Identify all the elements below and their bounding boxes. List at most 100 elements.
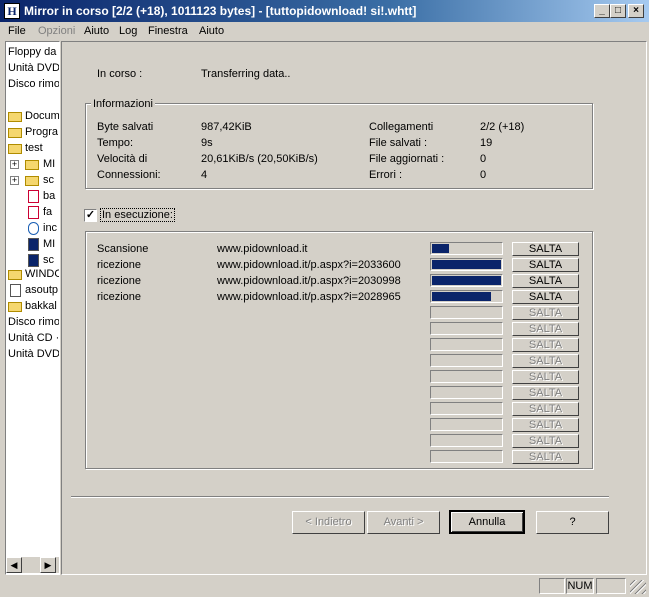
skip-button[interactable]: SALTA <box>512 306 579 320</box>
transfer-progress-bar <box>430 450 503 463</box>
num-lock-indicator: NUM <box>566 578 594 594</box>
skip-button[interactable]: SALTA <box>512 434 579 448</box>
skip-button[interactable]: SALTA <box>512 274 579 288</box>
skip-button[interactable]: SALTA <box>512 386 579 400</box>
tree-item-removable-2[interactable]: Disco rimo <box>8 316 59 328</box>
httrack-file-icon <box>28 254 39 267</box>
menu-finestra[interactable]: Finestra <box>148 25 188 37</box>
transfer-progress-bar <box>430 322 503 335</box>
status-cell-empty-2 <box>596 578 626 594</box>
minimize-button[interactable]: _ <box>594 4 610 18</box>
tree-item-asoutp[interactable]: asoutp <box>25 284 58 296</box>
tree-item-test[interactable]: test <box>25 142 43 154</box>
skip-button[interactable]: SALTA <box>512 354 579 368</box>
tree-item-bakkal[interactable]: bakkal <box>25 300 57 312</box>
menu-aiuto[interactable]: Aiuto <box>84 25 109 37</box>
file-icon <box>10 284 21 297</box>
folder-icon <box>8 112 22 122</box>
running-checkbox[interactable]: ✓ <box>84 209 97 222</box>
folder-icon <box>8 270 22 280</box>
errors-label: Errori : <box>369 169 402 181</box>
mirror-progress-panel: In corso : Transferring data.. Informazi… <box>61 41 647 575</box>
running-label[interactable]: In esecuzione: <box>100 208 175 222</box>
tree-item-dvd[interactable]: Unità DVD <box>8 62 59 74</box>
resize-grip-icon[interactable] <box>630 580 646 594</box>
menu-aiuto-2[interactable]: Aiuto <box>199 25 224 37</box>
progress-fill <box>432 292 491 301</box>
transfer-progress-bar <box>430 386 503 399</box>
transfer-progress-bar <box>430 242 503 255</box>
tree-item-cd[interactable]: Unità CD · <box>8 332 59 344</box>
status-label: In corso : <box>97 68 143 80</box>
app-icon[interactable]: H <box>4 3 20 19</box>
tree-item-inc[interactable]: inc <box>43 222 57 234</box>
transfer-progress-bar <box>430 434 503 447</box>
tree-item-sc-2[interactable]: sc <box>43 254 54 266</box>
bytes-saved-value: 987,42KiB <box>201 121 252 133</box>
tree-item-dvd-2[interactable]: Unità DVD <box>8 348 59 360</box>
files-saved-value: 19 <box>480 137 493 149</box>
scroll-right-button[interactable]: ▶ <box>40 557 56 573</box>
tree-item-mi[interactable]: MI <box>43 158 55 170</box>
transfer-url: www.pidownload.it/p.aspx?i=2033600 <box>217 259 401 271</box>
tree-item-floppy[interactable]: Floppy da <box>8 46 56 58</box>
progress-fill <box>432 260 501 269</box>
status-value: Transferring data.. <box>201 68 291 80</box>
errors-value: 0 <box>480 169 487 181</box>
links-label: Collegamenti <box>369 121 434 133</box>
speed-value: 20,61KiB/s (20,50KiB/s) <box>201 153 318 165</box>
cancel-button[interactable]: Annulla <box>449 510 525 534</box>
menu-opzioni[interactable]: Opzioni <box>38 25 75 37</box>
help-button[interactable]: ? <box>536 511 609 534</box>
connections-label: Connessioni: <box>97 169 161 181</box>
tree-item-ba[interactable]: ba <box>43 190 55 202</box>
time-label: Tempo: <box>97 137 134 149</box>
scroll-left-button[interactable]: ◀ <box>6 557 22 573</box>
tree-item-sc[interactable]: sc <box>43 174 54 186</box>
ie-file-icon <box>28 222 39 235</box>
skip-button[interactable]: SALTA <box>512 290 579 304</box>
file-icon <box>28 190 39 203</box>
skip-button[interactable]: SALTA <box>512 370 579 384</box>
folder-open-icon <box>8 144 22 154</box>
skip-button[interactable]: SALTA <box>512 418 579 432</box>
transfer-action: ricezione <box>97 275 142 287</box>
info-group <box>85 103 593 189</box>
skip-button[interactable]: SALTA <box>512 338 579 352</box>
httrack-file-icon <box>28 238 39 251</box>
files-saved-label: File salvati : <box>369 137 428 149</box>
tree-item-fa[interactable]: fa <box>43 206 52 218</box>
close-button[interactable]: × <box>628 4 644 18</box>
skip-button[interactable]: SALTA <box>512 322 579 336</box>
skip-button[interactable]: SALTA <box>512 402 579 416</box>
files-updated-value: 0 <box>480 153 487 165</box>
folder-tree[interactable]: Floppy da Unità DVD Disco rimo Docum Pro… <box>5 41 60 575</box>
connections-value: 4 <box>201 169 208 181</box>
skip-button[interactable]: SALTA <box>512 242 579 256</box>
tree-item-windows[interactable]: WINDO <box>25 268 59 280</box>
tree-item-programs[interactable]: Progra <box>25 126 58 138</box>
maximize-button[interactable]: □ <box>610 4 626 18</box>
transfer-action: ricezione <box>97 291 142 303</box>
info-group-title: Informazioni <box>91 98 155 110</box>
file-icon <box>28 206 39 219</box>
expand-icon[interactable]: + <box>10 176 19 185</box>
transfer-url: www.pidownload.it/p.aspx?i=2030998 <box>217 275 401 287</box>
bytes-saved-label: Byte salvati <box>97 121 154 133</box>
skip-button[interactable]: SALTA <box>512 258 579 272</box>
next-button[interactable]: Avanti > <box>367 511 440 534</box>
progress-fill <box>432 244 449 253</box>
folder-icon <box>25 176 39 186</box>
tree-item-documents[interactable]: Docum <box>25 110 59 122</box>
skip-button[interactable]: SALTA <box>512 450 579 464</box>
menu-file[interactable]: File <box>8 25 26 37</box>
transfer-action: ricezione <box>97 259 142 271</box>
back-button[interactable]: < Indietro <box>292 511 365 534</box>
transfer-progress-bar <box>430 354 503 367</box>
tree-item-removable[interactable]: Disco rimo <box>8 78 59 90</box>
expand-icon[interactable]: + <box>10 160 19 169</box>
time-value: 9s <box>201 137 213 149</box>
tree-item-mi-2[interactable]: MI <box>43 238 55 250</box>
menu-log[interactable]: Log <box>119 25 137 37</box>
transfer-progress-bar <box>430 418 503 431</box>
